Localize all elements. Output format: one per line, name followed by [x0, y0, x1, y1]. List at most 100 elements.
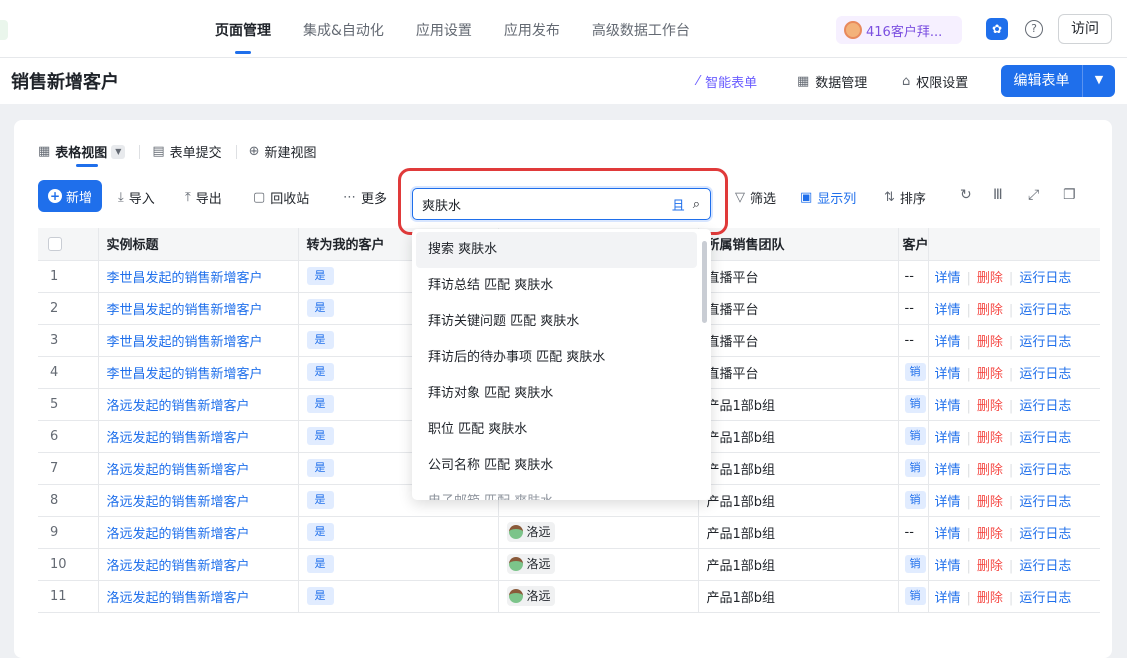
run-log-link[interactable]: 运行日志 [1019, 591, 1071, 606]
suggestion-item[interactable]: 拜访对象 匹配 爽肤水 [416, 376, 697, 412]
delete-link[interactable]: 删除 [977, 271, 1003, 286]
tab-form-submit[interactable]: ▤ 表单提交 [152, 142, 221, 161]
detail-link[interactable]: 详情 [935, 431, 961, 446]
run-log-link[interactable]: 运行日志 [1019, 431, 1071, 446]
row-height-icon[interactable]: Ⅲ [993, 187, 1003, 203]
instance-title-link[interactable]: 洛远发起的销售新增客户 [98, 548, 299, 581]
delete-link[interactable]: 删除 [977, 463, 1003, 478]
col-title[interactable]: 实例标题 [98, 228, 299, 261]
sort-button[interactable]: ⇅ 排序 [884, 188, 926, 207]
detail-link[interactable]: 详情 [935, 367, 961, 382]
new-view-label: 新建视图 [264, 146, 317, 161]
delete-link[interactable]: 删除 [977, 303, 1003, 318]
permission-button[interactable]: ⌂ 权限设置 [902, 72, 968, 91]
detail-link[interactable]: 详情 [935, 303, 961, 318]
suggestion-item[interactable]: 公司名称 匹配 爽肤水 [416, 448, 697, 484]
delete-link[interactable]: 删除 [977, 399, 1003, 414]
run-log-link[interactable]: 运行日志 [1019, 495, 1071, 510]
detail-link[interactable]: 详情 [935, 463, 961, 478]
run-log-link[interactable]: 运行日志 [1019, 463, 1071, 478]
suggestion-item[interactable]: 电子邮箱 匹配 爽肤水 [416, 484, 697, 500]
instance-title-link[interactable]: 李世昌发起的销售新增客户 [98, 356, 299, 389]
detail-link[interactable]: 详情 [935, 527, 961, 542]
team-cell: 产品1部b组 [698, 580, 899, 613]
tab-page-manage[interactable]: 页面管理 [215, 0, 271, 58]
detail-link[interactable]: 详情 [935, 591, 961, 606]
delete-link[interactable]: 删除 [977, 495, 1003, 510]
more-button[interactable]: ⋯ 更多 [343, 188, 387, 207]
select-all-cell[interactable] [38, 228, 99, 261]
instance-title-link[interactable]: 李世昌发起的销售新增客户 [98, 260, 299, 293]
scrollbar[interactable] [702, 241, 707, 323]
new-view-button[interactable]: ⊕ 新建视图 [249, 142, 317, 161]
notification-chip[interactable]: 416客户拜... [836, 16, 962, 44]
table-row[interactable]: 11 洛远发起的销售新增客户是 洛远 产品1部b组销详情 | 删除 | 运行日志 [38, 580, 1100, 613]
chevron-down-icon[interactable]: ▼ [1083, 65, 1115, 97]
edit-form-button[interactable]: 编辑表单 ▼ [1001, 65, 1115, 97]
status-badge: 是 [306, 491, 334, 509]
help-icon[interactable]: ? [1025, 20, 1043, 38]
visit-button[interactable]: 访问 [1058, 14, 1112, 44]
delete-link[interactable]: 删除 [977, 367, 1003, 382]
divider: | [966, 526, 971, 542]
detail-link[interactable]: 详情 [935, 271, 961, 286]
app-switch-icon[interactable]: ✿ [986, 18, 1008, 40]
avatar [508, 588, 523, 603]
detail-link[interactable]: 详情 [935, 495, 961, 510]
recycle-button[interactable]: ▢ 回收站 [253, 188, 309, 207]
table-row[interactable]: 10 洛远发起的销售新增客户是 洛远 产品1部b组销详情 | 删除 | 运行日志 [38, 548, 1100, 581]
tab-table-view[interactable]: ▦ 表格视图 ▼ [38, 142, 126, 161]
delete-link[interactable]: 删除 [977, 591, 1003, 606]
suggestion-item[interactable]: 搜索 爽肤水 [416, 232, 697, 268]
add-button[interactable]: + 新增 [38, 180, 102, 212]
instance-title-link[interactable]: 洛远发起的销售新增客户 [98, 388, 299, 421]
run-log-link[interactable]: 运行日志 [1019, 271, 1071, 286]
select-all-checkbox[interactable] [48, 236, 62, 251]
app-logo-edge[interactable] [0, 20, 8, 40]
instance-title-link[interactable]: 洛远发起的销售新增客户 [98, 420, 299, 453]
run-log-link[interactable]: 运行日志 [1019, 303, 1071, 318]
suggestion-item[interactable]: 拜访总结 匹配 爽肤水 [416, 268, 697, 304]
instance-title-link[interactable]: 洛远发起的销售新增客户 [98, 484, 299, 517]
delete-link[interactable]: 删除 [977, 559, 1003, 574]
col-customer[interactable]: 客户 [898, 228, 929, 261]
suggestion-item[interactable]: 拜访后的待办事项 匹配 爽肤水 [416, 340, 697, 376]
refresh-icon[interactable]: ↻ [960, 187, 972, 203]
instance-title-link[interactable]: 李世昌发起的销售新增客户 [98, 292, 299, 325]
detail-link[interactable]: 详情 [935, 399, 961, 414]
run-log-link[interactable]: 运行日志 [1019, 527, 1071, 542]
ops-cell: 详情 | 删除 | 运行日志 [928, 516, 1100, 549]
tab-data-workbench[interactable]: 高级数据工作台 [592, 0, 690, 58]
detail-link[interactable]: 详情 [935, 335, 961, 350]
run-log-link[interactable]: 运行日志 [1019, 559, 1071, 574]
col-team[interactable]: 所属销售团队 [698, 228, 899, 261]
delete-link[interactable]: 删除 [977, 335, 1003, 350]
tab-app-settings[interactable]: 应用设置 [416, 0, 472, 58]
run-log-link[interactable]: 运行日志 [1019, 399, 1071, 414]
instance-title-link[interactable]: 李世昌发起的销售新增客户 [98, 324, 299, 357]
suggestion-item[interactable]: 拜访关键问题 匹配 爽肤水 [416, 304, 697, 340]
columns-button[interactable]: ▣ 显示列 [800, 188, 856, 207]
tab-app-publish[interactable]: 应用发布 [504, 0, 560, 58]
tab-integration[interactable]: 集成&自动化 [303, 0, 384, 58]
delete-link[interactable]: 删除 [977, 431, 1003, 446]
table-row[interactable]: 9 洛远发起的销售新增客户是 洛远 产品1部b组 -- 详情 | 删除 | 运行日志 [38, 516, 1100, 549]
export-button[interactable]: ⤒ 导出 [185, 188, 222, 207]
suggestion-item[interactable]: 职位 匹配 爽肤水 [416, 412, 697, 448]
data-manage-button[interactable]: ▦ 数据管理 [797, 72, 867, 91]
instance-title-link[interactable]: 洛远发起的销售新增客户 [98, 452, 299, 485]
ops-cell: 详情 | 删除 | 运行日志 [928, 292, 1100, 325]
fullscreen-icon[interactable]: ⤢ [1028, 187, 1039, 203]
filter-button[interactable]: ▽ 筛选 [735, 188, 776, 207]
run-log-link[interactable]: 运行日志 [1019, 367, 1071, 382]
caret-down-icon[interactable]: ▼ [111, 144, 126, 159]
ai-form-button[interactable]: ⁄ 智能表单 [697, 72, 757, 91]
import-button[interactable]: ⤓ 导入 [118, 188, 155, 207]
copy-icon[interactable]: ❐ [1063, 187, 1076, 203]
run-log-link[interactable]: 运行日志 [1019, 335, 1071, 350]
instance-title-link[interactable]: 洛远发起的销售新增客户 [98, 516, 299, 549]
delete-link[interactable]: 删除 [977, 527, 1003, 542]
detail-link[interactable]: 详情 [935, 559, 961, 574]
edit-form-label[interactable]: 编辑表单 [1001, 65, 1083, 97]
instance-title-link[interactable]: 洛远发起的销售新增客户 [98, 580, 299, 613]
